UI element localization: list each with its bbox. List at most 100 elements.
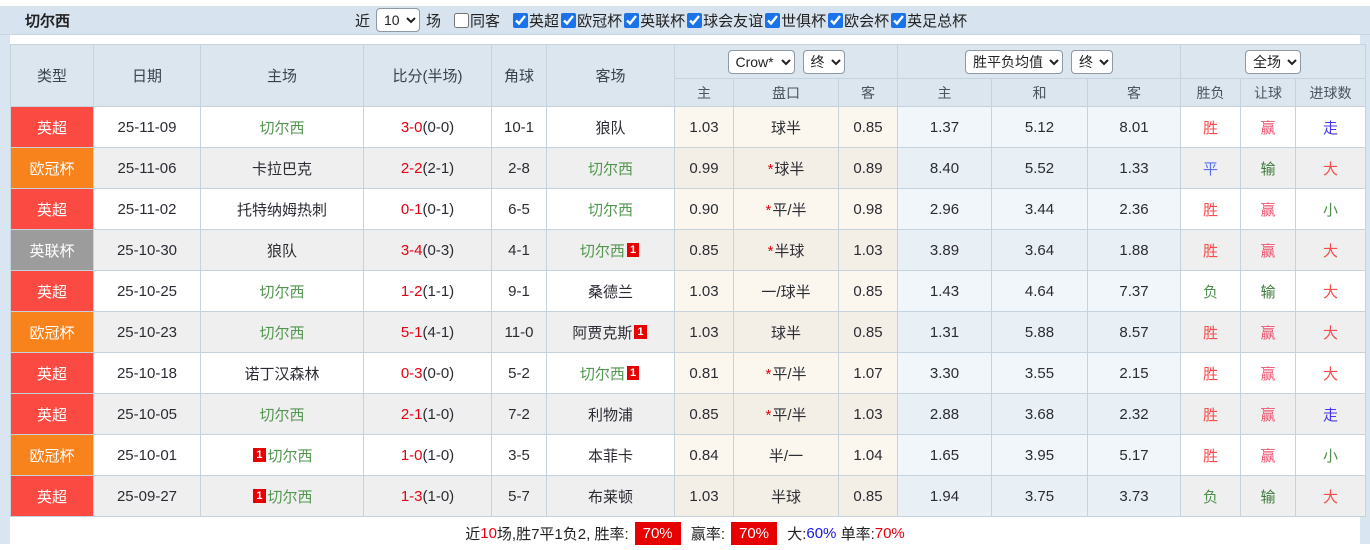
period-select[interactable]: 全场 (1245, 49, 1302, 74)
league-checkbox[interactable] (828, 12, 844, 28)
recent-count-select[interactable]: 10 (376, 8, 421, 32)
cell-corners: 2-8 (491, 147, 547, 189)
cell-away-team: 切尔西 (546, 188, 675, 230)
cell-mean-home: 1.65 (897, 434, 992, 476)
league-checkbox-label: 英联杯 (640, 12, 686, 30)
cell-league-type: 欧冠杯 (10, 434, 94, 476)
cell-handicap: 球半 (733, 106, 839, 148)
odds-group-header: Crow* 终 (674, 44, 898, 79)
subcol-result-handicap: 让球 (1240, 78, 1297, 107)
cell-odds-home: 0.90 (674, 188, 734, 230)
cell-score: 1-0(1-0) (363, 434, 492, 476)
table-row: 英超 25-10-25 切尔西 1-2(1-1) 9-1 桑德兰 1.03 一/球半 0.85 1… (10, 270, 1367, 312)
cell-date: 25-11-02 (93, 188, 201, 230)
cell-odds-home: 1.03 (674, 106, 734, 148)
win-rate-badge: 70% (634, 522, 681, 545)
cell-odds-away: 1.04 (838, 434, 898, 476)
cell-result-wdl: 胜 (1180, 352, 1242, 394)
mean-odds-select[interactable]: 胜平负均值 (965, 49, 1063, 74)
cell-result-wdl: 胜 (1180, 188, 1242, 230)
match-history-table: 类型 日期 主场 比分(半场) 角球 客场 Crow* 终 胜平负均值 终 全场… (10, 44, 1367, 517)
cell-handicap: *平/半 (733, 188, 839, 230)
summary-count: 10 (480, 525, 497, 542)
league-checkbox-label: 英足总杯 (907, 12, 968, 30)
cell-score: 5-1(4-1) (363, 311, 492, 353)
summary-bar: 近 10 场,胜7平1负2, 胜率: 70% 赢率: 70% 大: 60% 单率: 70… (10, 517, 1360, 550)
league-checkbox[interactable] (513, 12, 529, 28)
cell-mean-draw: 3.64 (991, 229, 1088, 271)
cell-mean-away: 3.73 (1086, 475, 1182, 517)
cell-corners: 11-0 (491, 311, 547, 353)
league-checkbox[interactable] (687, 12, 703, 28)
cell-result-handicap: 输 (1240, 147, 1297, 189)
cell-odds-home: 0.99 (674, 147, 734, 189)
cell-date: 25-10-25 (93, 270, 201, 312)
dan-rate-value: 70% (874, 525, 905, 542)
col-header-date: 日期 (93, 44, 201, 107)
cell-mean-home: 2.88 (897, 393, 992, 435)
cell-mean-away: 1.88 (1086, 229, 1182, 271)
cell-handicap: 半/一 (733, 434, 839, 476)
col-header-type: 类型 (10, 44, 94, 107)
league-checkbox[interactable] (891, 12, 907, 28)
cell-home-team: 切尔西 (200, 311, 364, 353)
same-opponent-checkbox[interactable] (454, 12, 470, 28)
league-checkbox-group: 英超 欧冠杯 英联杯 球会友谊 世俱杯 欧会杯 英足总杯 (511, 10, 967, 31)
cell-result-handicap: 赢 (1240, 311, 1297, 353)
subcol-mean-away: 客 (1086, 78, 1182, 107)
cell-away-team: 利物浦 (546, 393, 675, 435)
cell-odds-home: 0.85 (674, 393, 734, 435)
cell-home-team: 切尔西 (200, 106, 364, 148)
filter-bar: 切尔西 近 10 场 同客 英超 欧冠杯 英联杯 球会友谊 世俱杯 欧会杯 英足总杯 (0, 6, 1370, 35)
cell-result-goals: 小 (1295, 188, 1367, 230)
cell-result-goals: 大 (1295, 311, 1367, 353)
cell-score: 2-1(1-0) (363, 393, 492, 435)
cell-result-goals: 大 (1295, 147, 1367, 189)
col-header-away: 客场 (546, 44, 675, 107)
subcol-result-wdl: 胜负 (1180, 78, 1242, 107)
cell-home-team: 卡拉巴克 (200, 147, 364, 189)
cell-result-handicap: 赢 (1240, 229, 1297, 271)
table-row: 欧冠杯 25-10-23 切尔西 5-1(4-1) 11-0 阿贾克斯 1 1.03 球半 0.8… (10, 311, 1367, 353)
cell-mean-draw: 5.52 (991, 147, 1088, 189)
cell-handicap: *平/半 (733, 393, 839, 435)
subcol-odds-home: 主 (674, 78, 734, 107)
cell-result-goals: 大 (1295, 270, 1367, 312)
cell-league-type: 英联杯 (10, 229, 94, 271)
cell-home-team: 1 切尔西 (200, 475, 364, 517)
bookmaker-select[interactable]: Crow* (727, 49, 795, 74)
cell-odds-home: 0.84 (674, 434, 734, 476)
cell-corners: 4-1 (491, 229, 547, 271)
league-checkbox[interactable] (561, 12, 577, 28)
cell-result-goals: 走 (1295, 106, 1367, 148)
card-count-badge: 1 (253, 488, 266, 503)
league-checkbox[interactable] (765, 12, 781, 28)
da-rate-value: 60% (806, 525, 837, 542)
cell-mean-away: 8.01 (1086, 106, 1182, 148)
league-checkbox-label: 球会友谊 (703, 12, 764, 30)
cell-home-team: 托特纳姆热刺 (200, 188, 364, 230)
filter-controls: 近 10 场 同客 英超 欧冠杯 英联杯 球会友谊 世俱杯 欧会杯 英足总杯 (355, 8, 967, 32)
cell-league-type: 英超 (10, 475, 94, 517)
same-opponent-group: 同客 (452, 10, 500, 31)
mean-stage-select[interactable]: 终 (1071, 49, 1113, 74)
cell-result-wdl: 胜 (1180, 393, 1242, 435)
cell-mean-home: 8.40 (897, 147, 992, 189)
same-opponent-label: 同客 (470, 12, 501, 30)
cell-date: 25-11-09 (93, 106, 201, 148)
cell-league-type: 英超 (10, 352, 94, 394)
table-row: 英超 25-10-05 切尔西 2-1(1-0) 7-2 利物浦 0.85 *平/半 1.03 2… (10, 393, 1367, 435)
odds-stage-select[interactable]: 终 (802, 49, 845, 74)
cell-score: 0-3(0-0) (363, 352, 492, 394)
cell-result-handicap: 输 (1240, 270, 1297, 312)
cell-league-type: 英超 (10, 393, 94, 435)
cell-corners: 6-5 (491, 188, 547, 230)
col-header-home: 主场 (200, 44, 364, 107)
subcol-odds-away: 客 (838, 78, 898, 107)
table-row: 英联杯 25-10-30 狼队 3-4(0-3) 4-1 切尔西 1 0.85 *半球 1.03 3… (10, 229, 1367, 271)
cell-date: 25-10-05 (93, 393, 201, 435)
league-checkbox[interactable] (624, 12, 640, 28)
cell-result-goals: 走 (1295, 393, 1367, 435)
cell-away-team: 切尔西 1 (546, 229, 675, 271)
col-header-corner: 角球 (491, 44, 547, 107)
